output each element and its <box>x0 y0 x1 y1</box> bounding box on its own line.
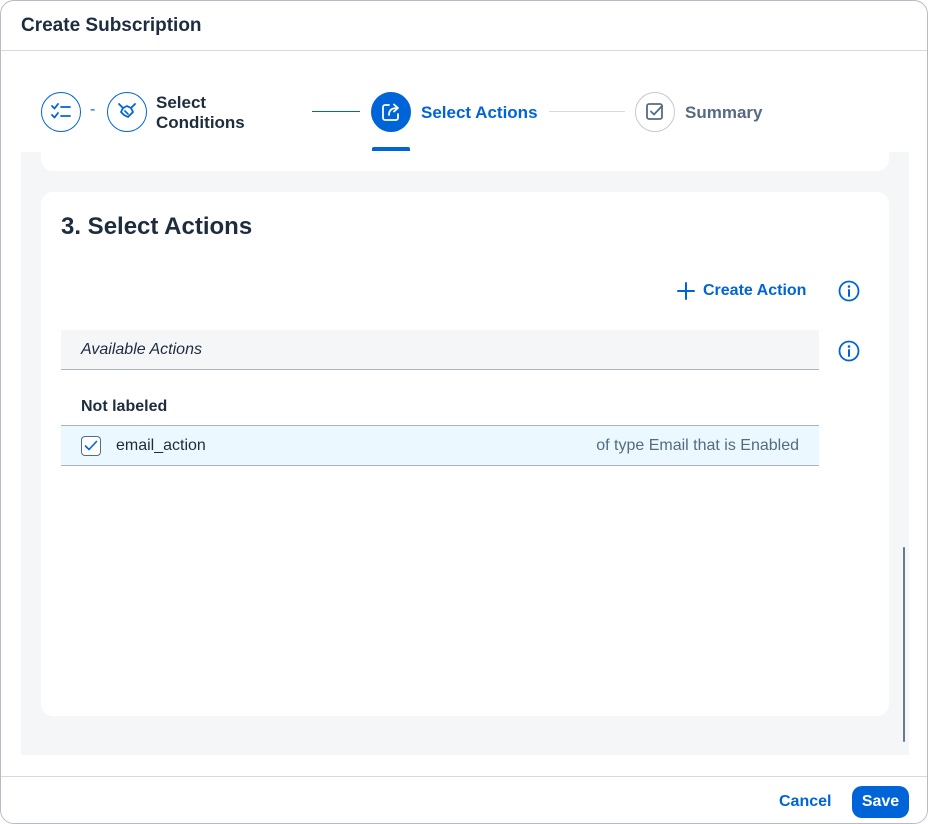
action-name: email_action <box>116 436 206 454</box>
wizard-step-3-label[interactable]: Select Actions <box>421 103 538 123</box>
dialog-header: Create Subscription <box>1 1 927 51</box>
active-step-indicator <box>372 147 410 151</box>
wizard-step-3[interactable] <box>371 92 411 132</box>
plus-icon <box>677 282 695 300</box>
wizard-connector-line <box>312 111 360 112</box>
checkbox-icon <box>646 103 663 120</box>
info-icon <box>838 340 860 362</box>
cancel-button[interactable]: Cancel <box>769 786 841 818</box>
share-arrow-icon <box>382 103 399 121</box>
wizard-step-2-label-line2: Conditions <box>156 113 245 132</box>
wizard-step-1[interactable] <box>41 92 81 132</box>
section-title: 3. Select Actions <box>61 213 253 240</box>
select-actions-card: 3. Select Actions Create Action Availabl… <box>41 192 889 716</box>
wizard-connector-line-inactive <box>549 111 625 112</box>
wizard-step-2-label[interactable]: Select Conditions <box>156 93 245 133</box>
wizard-step-2[interactable] <box>107 92 147 132</box>
handshake-icon <box>118 103 136 118</box>
vertical-scrollbar[interactable] <box>903 547 905 742</box>
wizard-step-4[interactable] <box>635 92 675 132</box>
checkmark-icon <box>84 440 98 450</box>
available-actions-header: Available Actions <box>61 330 819 370</box>
available-actions-info-button[interactable] <box>837 339 861 363</box>
wizard-separator: - <box>90 101 96 118</box>
info-icon <box>838 280 860 302</box>
previous-section-card <box>41 152 889 171</box>
wizard-progress-bar: - Select Conditions Select Actions Summa… <box>21 52 909 152</box>
checklist-icon <box>51 103 71 119</box>
create-subscription-dialog: Create Subscription - Select Conditions <box>0 0 928 824</box>
wizard-content-area[interactable]: 3. Select Actions Create Action Availabl… <box>21 152 909 755</box>
create-action-label: Create Action <box>703 282 807 299</box>
create-action-info-button[interactable] <box>837 279 861 303</box>
list-item[interactable]: email_action of type Email that is Enabl… <box>61 425 819 466</box>
action-description: of type Email that is Enabled <box>596 436 799 454</box>
action-checkbox[interactable] <box>81 435 101 456</box>
create-action-button[interactable]: Create Action <box>677 278 806 304</box>
wizard-step-2-label-line1: Select <box>156 93 207 112</box>
save-button[interactable]: Save <box>852 786 909 818</box>
dialog-footer: Cancel Save <box>1 776 927 823</box>
dialog-title: Create Subscription <box>21 15 202 36</box>
group-label: Not labeled <box>81 398 168 415</box>
wizard-step-4-label[interactable]: Summary <box>685 103 762 123</box>
